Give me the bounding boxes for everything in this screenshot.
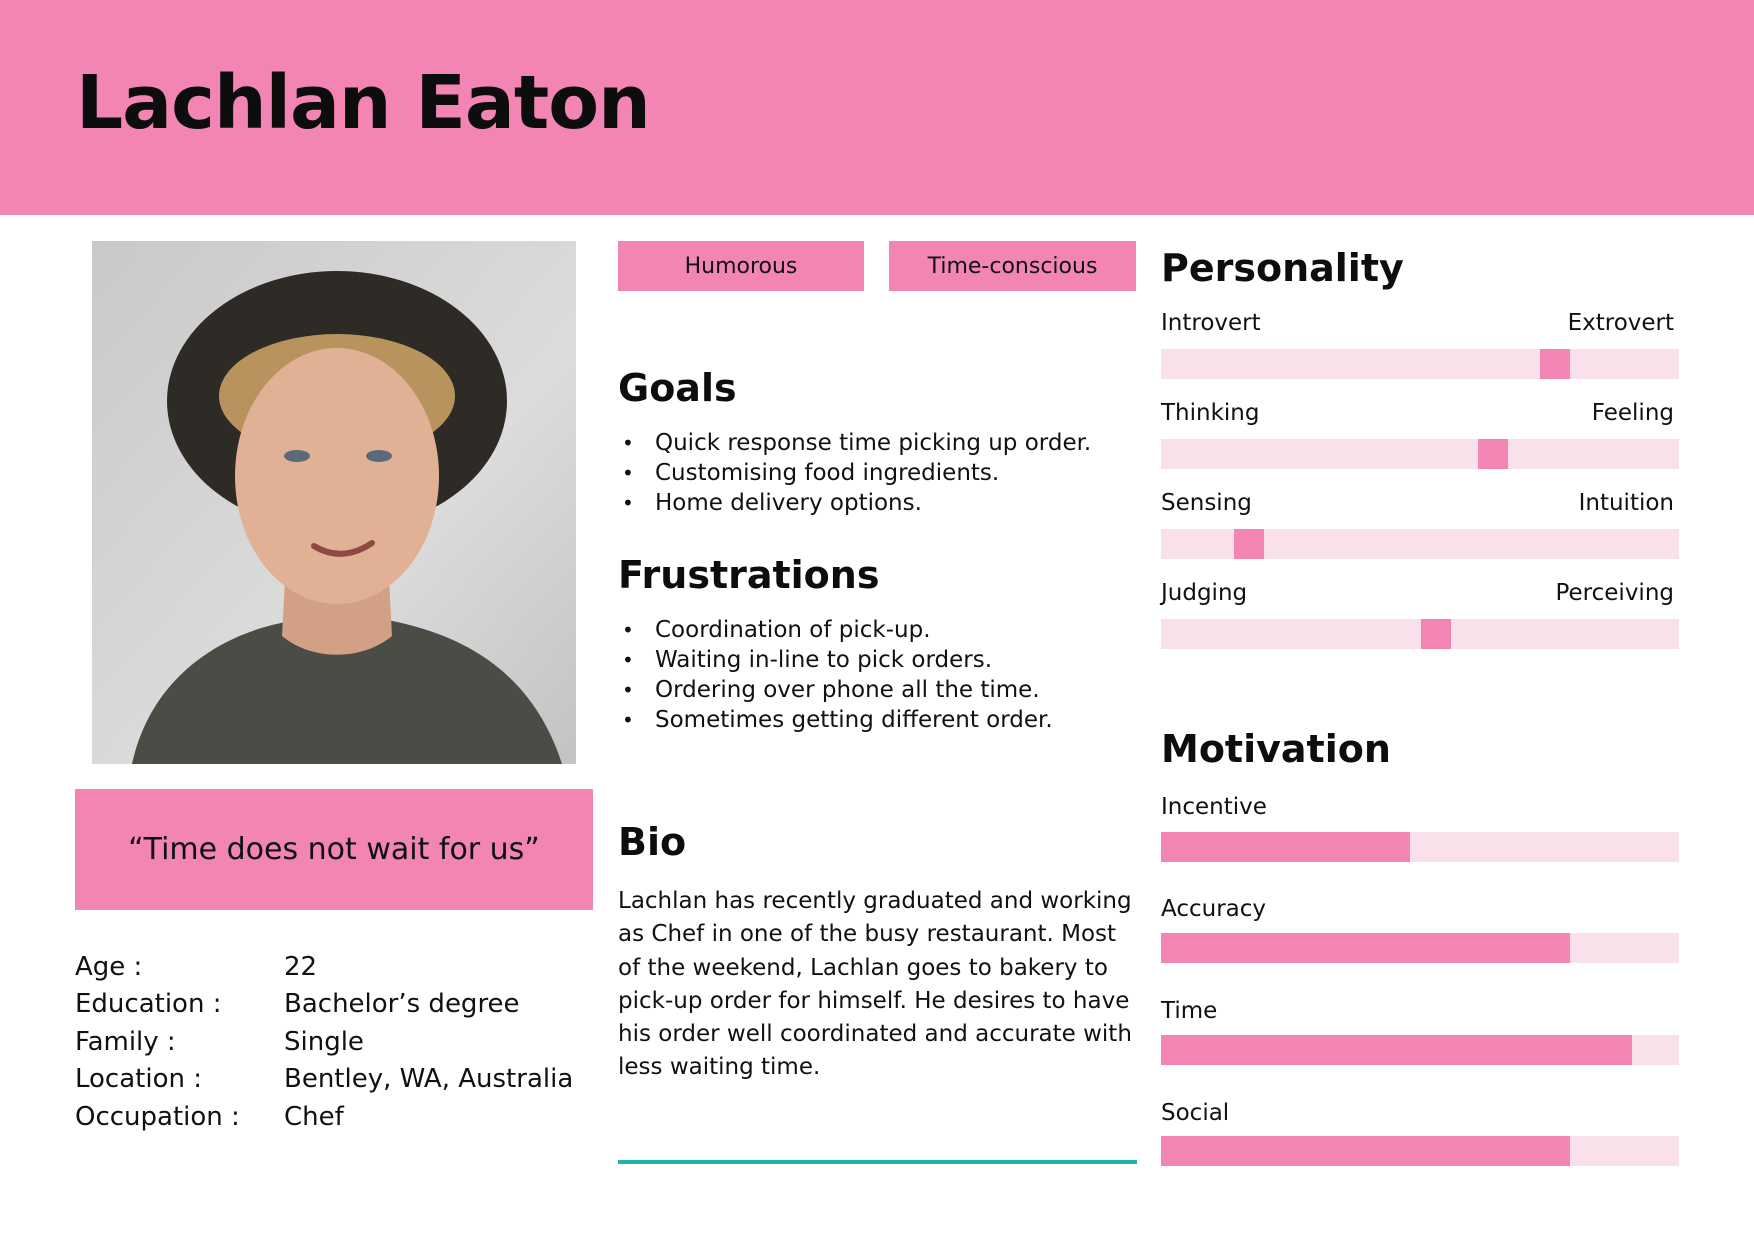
- demographic-label: Education :: [75, 989, 222, 1020]
- motivation-bar-fill: [1161, 1035, 1633, 1065]
- frustrations-heading: Frustrations: [618, 553, 880, 597]
- persona-quote: “Time does not wait for us”: [128, 832, 540, 867]
- demographic-label: Location :: [75, 1064, 202, 1095]
- trait-tag-time-conscious: Time-conscious: [889, 241, 1136, 291]
- personality-scale-track: [1161, 619, 1679, 649]
- bio-divider: [618, 1160, 1137, 1164]
- personality-scale-marker: [1477, 439, 1508, 469]
- goal-item: Customising food ingredients.: [618, 458, 1138, 488]
- demographic-row: Location : Bentley, WA, Australia: [75, 1061, 595, 1099]
- demographic-value: Chef: [284, 1101, 344, 1132]
- motivation-label: Accuracy: [1161, 896, 1267, 922]
- demographic-value: Bentley, WA, Australia: [284, 1064, 574, 1095]
- bio-text: Lachlan has recently graduated and worki…: [618, 888, 1132, 1081]
- goals-heading: Goals: [618, 366, 737, 410]
- frustration-item: Waiting in-line to pick orders.: [618, 645, 1138, 675]
- motivation-bar-track: [1161, 933, 1679, 963]
- persona-photo: [92, 241, 576, 764]
- motivation-bar-track: [1161, 832, 1679, 862]
- demographic-row: Family : Single: [75, 1023, 595, 1061]
- motivation-bar-fill: [1161, 1136, 1571, 1166]
- motivation-label: Incentive: [1161, 794, 1267, 820]
- scale-right-label: Feeling: [1591, 400, 1674, 426]
- trait-tag-humorous: Humorous: [618, 241, 864, 291]
- demographic-value: Single: [284, 1026, 364, 1057]
- demographic-label: Occupation :: [75, 1101, 240, 1132]
- scale-left-label: Introvert: [1161, 310, 1261, 336]
- motivation-label: Time: [1161, 998, 1218, 1024]
- frustration-item: Coordination of pick-up.: [618, 615, 1138, 645]
- demographics-list: Age : 22 Education : Bachelor’s degree F…: [75, 948, 595, 1136]
- demographic-label: Family :: [75, 1026, 176, 1057]
- demographic-row: Education : Bachelor’s degree: [75, 986, 595, 1024]
- personality-scale-marker: [1539, 349, 1570, 379]
- scale-left-label: Judging: [1161, 580, 1248, 606]
- personality-scale-marker: [1420, 619, 1451, 649]
- personality-scale-track: [1161, 439, 1679, 469]
- motivation-heading: Motivation: [1161, 727, 1391, 771]
- demographic-value: Bachelor’s degree: [284, 989, 520, 1020]
- frustration-item: Sometimes getting different order.: [618, 705, 1138, 735]
- motivation-bar-fill: [1161, 933, 1571, 963]
- scale-right-label: Extrovert: [1567, 310, 1674, 336]
- scale-left-label: Sensing: [1161, 490, 1252, 516]
- goals-list: Quick response time picking up order. Cu…: [618, 428, 1138, 518]
- motivation-bar-track: [1161, 1136, 1679, 1166]
- demographic-label: Age :: [75, 951, 143, 982]
- demographic-value: 22: [284, 951, 318, 982]
- motivation-bar-fill: [1161, 832, 1410, 862]
- scale-right-label: Perceiving: [1555, 580, 1674, 606]
- goal-item: Home delivery options.: [618, 488, 1138, 518]
- demographic-row: Occupation : Chef: [75, 1098, 595, 1136]
- quote-box: “Time does not wait for us”: [75, 789, 593, 910]
- goal-item: Quick response time picking up order.: [618, 428, 1138, 458]
- scale-right-label: Intuition: [1578, 490, 1674, 516]
- demographic-row: Age : 22: [75, 948, 595, 986]
- frustrations-list: Coordination of pick-up. Waiting in-line…: [618, 615, 1138, 735]
- personality-scale-track: [1161, 349, 1679, 379]
- scale-left-label: Thinking: [1161, 400, 1260, 426]
- personality-scale-marker: [1234, 529, 1265, 559]
- personality-heading: Personality: [1161, 246, 1404, 290]
- bio-heading: Bio: [618, 820, 687, 864]
- persona-name: Lachlan Eaton: [76, 60, 651, 146]
- motivation-bar-track: [1161, 1035, 1679, 1065]
- frustration-item: Ordering over phone all the time.: [618, 675, 1138, 705]
- motivation-label: Social: [1161, 1100, 1230, 1126]
- personality-scale-track: [1161, 529, 1679, 559]
